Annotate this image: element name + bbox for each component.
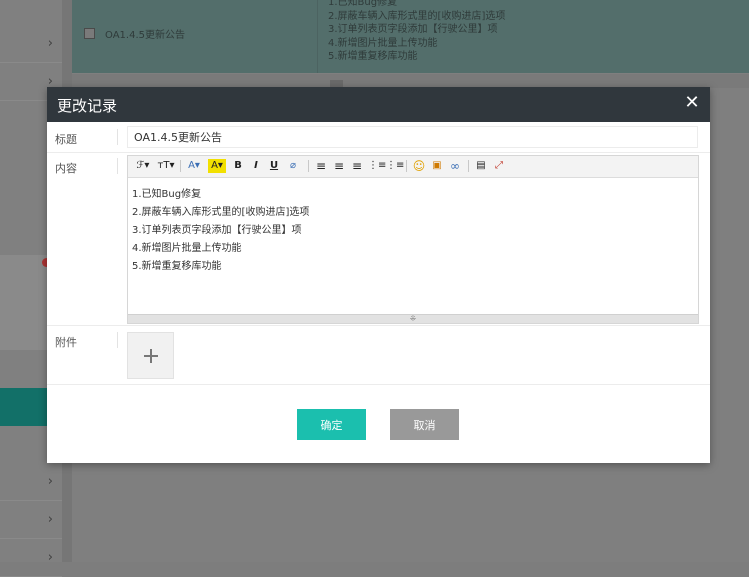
- chevron-right-icon: ›: [47, 512, 53, 527]
- editor-line: 5.新增重复移库功能: [132, 261, 222, 272]
- modal-header: 更改记录 ✕: [47, 87, 710, 122]
- font-family-icon[interactable]: ℱ▾: [134, 159, 152, 173]
- title-row: 标题: [47, 122, 710, 153]
- align-center-icon[interactable]: ≡: [332, 159, 346, 173]
- align-right-icon[interactable]: ≡: [350, 159, 364, 173]
- toolbar-divider: [308, 160, 309, 172]
- edit-record-modal: 更改记录 ✕ 标题 内容 ℱ▾ тT▾ A▾ A▾ B I U ⌀ ≡ ≡ ≡ …: [47, 87, 710, 463]
- sidebar-row: ›: [0, 538, 62, 577]
- label-divider: [117, 129, 118, 145]
- align-left-icon[interactable]: ≡: [314, 159, 328, 173]
- link-icon[interactable]: ∞: [448, 159, 462, 173]
- editor-line: 2.屏蔽车辆入库形式里的[收购进店]选项: [132, 207, 310, 218]
- image-icon[interactable]: ▣: [430, 159, 444, 173]
- ordered-list-icon[interactable]: ⋮≡: [368, 159, 386, 173]
- background-table-row: OA1.4.5更新公告 1.已知Bug修复 2.屏蔽车辆入库形式里的[收购进店]…: [72, 0, 749, 73]
- chevron-right-icon: ›: [47, 36, 53, 51]
- confirm-button[interactable]: 确定: [297, 409, 366, 440]
- row-line: 2.屏蔽车辆入库形式里的[收购进店]选项: [328, 10, 506, 22]
- italic-icon[interactable]: I: [250, 159, 262, 173]
- emoticon-icon[interactable]: ☺: [412, 159, 426, 173]
- attachment-label: 附件: [55, 336, 77, 349]
- background-color-icon[interactable]: A▾: [208, 159, 226, 173]
- editor-content[interactable]: 1.已知Bug修复 2.屏蔽车辆入库形式里的[收购进店]选项 3.订单列表页字段…: [132, 186, 309, 276]
- paste-text-icon[interactable]: ▤: [474, 159, 488, 173]
- upload-attachment-button[interactable]: [127, 332, 174, 379]
- cancel-button[interactable]: 取消: [390, 409, 459, 440]
- fullscreen-icon[interactable]: ⤢: [492, 159, 506, 173]
- toolbar-divider: [468, 160, 469, 172]
- row-line: 3.订单列表页字段添加【行驶公里】项: [328, 24, 498, 35]
- plus-icon: [150, 349, 152, 363]
- title-label: 标题: [55, 133, 77, 146]
- background-table-row: [72, 74, 749, 89]
- row-checkbox: [84, 28, 95, 39]
- chevron-right-icon: ›: [47, 550, 53, 565]
- row-line: 4.新增图片批量上传功能: [328, 37, 438, 49]
- label-divider: [117, 332, 118, 348]
- editor-line: 1.已知Bug修复: [132, 189, 202, 200]
- chevron-right-icon: ›: [47, 474, 53, 489]
- sidebar-row: ›: [0, 24, 62, 63]
- bold-icon[interactable]: B: [232, 159, 244, 173]
- editor-line: 4.新增图片批量上传功能: [132, 243, 242, 254]
- editor-line: 3.订单列表页字段添加【行驶公里】项: [132, 225, 302, 236]
- unordered-list-icon[interactable]: ⋮≡: [386, 159, 404, 173]
- row-line: 1.已知Bug修复: [328, 0, 398, 8]
- sidebar-selected-item: [0, 388, 47, 426]
- underline-icon[interactable]: U: [268, 159, 280, 173]
- editor-toolbar: ℱ▾ тT▾ A▾ A▾ B I U ⌀ ≡ ≡ ≡ ⋮≡ ⋮≡ ☺ ▣ ∞ ▤…: [128, 156, 698, 178]
- toolbar-divider: [406, 160, 407, 172]
- row-content: 1.已知Bug修复 2.屏蔽车辆入库形式里的[收购进店]选项 3.订单列表页字段…: [328, 0, 505, 64]
- rich-text-editor[interactable]: ℱ▾ тT▾ A▾ A▾ B I U ⌀ ≡ ≡ ≡ ⋮≡ ⋮≡ ☺ ▣ ∞ ▤…: [127, 155, 699, 324]
- font-color-icon[interactable]: A▾: [186, 159, 202, 173]
- toolbar-divider: [180, 160, 181, 172]
- clear-format-icon[interactable]: ⌀: [286, 159, 300, 173]
- sidebar-row: ›: [0, 500, 62, 539]
- content-label: 内容: [55, 162, 77, 175]
- row-line: 5.新增重复移库功能: [328, 51, 418, 62]
- title-input[interactable]: [127, 126, 698, 148]
- row-title: OA1.4.5更新公告: [105, 30, 185, 41]
- font-size-icon[interactable]: тT▾: [156, 159, 176, 173]
- close-icon[interactable]: ✕: [682, 93, 702, 113]
- editor-resize-handle[interactable]: ⁜: [128, 314, 698, 323]
- modal-title: 更改记录: [57, 97, 118, 115]
- label-divider: [117, 158, 118, 174]
- sidebar-row: ›: [0, 462, 62, 501]
- column-divider: [317, 0, 318, 73]
